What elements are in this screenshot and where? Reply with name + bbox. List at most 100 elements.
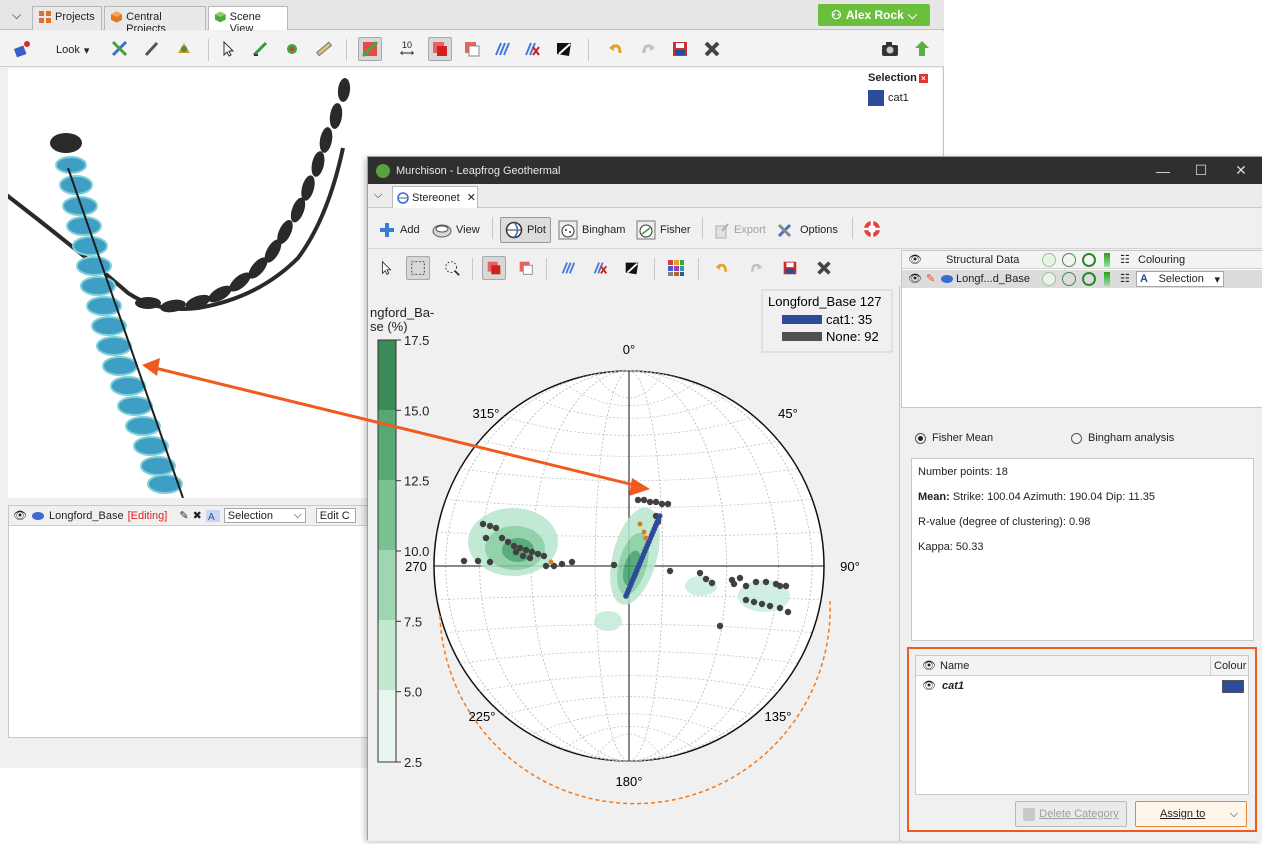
fisher-button[interactable]: Fisher xyxy=(632,217,695,243)
add-button[interactable]: Add xyxy=(374,217,424,243)
share-button[interactable] xyxy=(910,37,934,61)
colouring-select[interactable]: A Selection ▾ xyxy=(1136,271,1224,287)
select-tool-button[interactable] xyxy=(374,256,398,280)
colorbar-ticks: 17.5 15.0 12.5 10.0 7.5 5.0 2.5 xyxy=(396,333,429,770)
plot-poles-toggle[interactable] xyxy=(1042,272,1056,286)
legend-entry-none: None: 92 xyxy=(826,329,879,344)
polygon-select-button[interactable] xyxy=(358,37,382,61)
plot-density-toggle[interactable] xyxy=(1082,272,1096,286)
cancel-button[interactable] xyxy=(812,256,836,280)
filter-tool-button[interactable] xyxy=(556,256,580,280)
redo-button[interactable] xyxy=(636,37,660,61)
rectangle-select-button[interactable] xyxy=(406,256,430,280)
user-menu-button[interactable]: ⚇ Alex Rock ⌵ xyxy=(818,4,930,26)
move-plane-button[interactable] xyxy=(172,37,196,61)
look-dropdown[interactable]: Look ▾ xyxy=(52,37,93,63)
tab-stereonet[interactable]: Stereonet ✕ xyxy=(392,186,478,208)
view-button[interactable]: View xyxy=(428,217,484,243)
options-button[interactable]: Options xyxy=(772,217,842,243)
tab-projects[interactable]: Projects xyxy=(32,6,102,30)
radio-checked-icon xyxy=(915,432,926,444)
visibility-eye-icon[interactable]: 👁 xyxy=(908,272,922,285)
export-button[interactable]: Export xyxy=(710,217,770,243)
fisher-label: Fisher xyxy=(660,224,691,236)
label-south: 180° xyxy=(616,774,643,789)
screenshot-button[interactable] xyxy=(878,37,902,61)
fisher-mean-radio[interactable]: Fisher Mean xyxy=(915,432,993,444)
data-point-selected xyxy=(637,521,643,527)
invert-selection-button[interactable] xyxy=(552,37,576,61)
stereonet-plot-area[interactable]: ngford_Ba- se (%) 17.5 15.0 12.5 10.0 7.5 5.0… xyxy=(368,286,900,841)
filter-tool-button[interactable] xyxy=(490,37,514,61)
visibility-eye-icon[interactable]: 👁 xyxy=(13,509,27,522)
add-to-scene-button[interactable] xyxy=(10,37,34,61)
scale-button[interactable]: 10 ⟷ xyxy=(392,37,422,61)
tab-projects-label: Projects xyxy=(55,11,95,23)
undo-button[interactable] xyxy=(710,256,734,280)
undo-icon xyxy=(609,44,622,54)
colorbar-label-line2: se (%) xyxy=(370,319,408,334)
tab-scene-view[interactable]: Scene View xyxy=(208,6,288,35)
select-mode-button[interactable] xyxy=(428,37,452,61)
measure-tool-button[interactable] xyxy=(140,37,164,61)
cancel-button[interactable] xyxy=(700,37,724,61)
slicer-tool-button[interactable] xyxy=(108,37,132,61)
data-point xyxy=(736,574,744,582)
select-tool-button[interactable] xyxy=(216,37,240,61)
tab-list-chevron-icon[interactable]: ⌵ xyxy=(374,189,382,202)
user-icon: ⚇ xyxy=(831,8,842,22)
trash-icon xyxy=(1023,807,1036,821)
legend-swatch-none xyxy=(782,332,822,341)
color-palette-button[interactable] xyxy=(664,256,688,280)
undo-button[interactable] xyxy=(604,37,628,61)
delete-x-icon[interactable]: ✖ xyxy=(193,509,202,522)
edit-pen-icon[interactable]: ✎ xyxy=(179,509,188,522)
toolbar-separator xyxy=(492,217,493,239)
delete-category-button[interactable]: Delete Category xyxy=(1015,801,1127,827)
deselect-button[interactable] xyxy=(520,37,544,61)
close-legend-icon[interactable]: × xyxy=(918,73,928,83)
tab-central-projects[interactable]: Central Projects xyxy=(104,6,206,35)
assign-to-button[interactable]: Assign to ⌵ xyxy=(1135,801,1247,827)
help-button[interactable] xyxy=(860,217,884,241)
draw-points-button[interactable] xyxy=(280,37,304,61)
save-button[interactable] xyxy=(778,256,802,280)
visibility-eye-icon[interactable]: 👁 xyxy=(922,679,936,692)
contour-toggle[interactable] xyxy=(1104,272,1110,286)
plus-icon xyxy=(380,223,394,237)
category-colour-swatch[interactable] xyxy=(1222,680,1244,693)
colorbar-band xyxy=(378,690,396,762)
close-window-button[interactable]: ✕ xyxy=(1226,157,1256,184)
plot-planes-toggle[interactable] xyxy=(1062,272,1076,286)
edit-pen-icon[interactable]: ✎ xyxy=(926,272,935,285)
bingham-button[interactable]: Bingham xyxy=(554,217,629,243)
zoom-select-button[interactable] xyxy=(440,256,464,280)
bingham-analysis-radio[interactable]: Bingham analysis xyxy=(1071,432,1174,444)
plot-button[interactable]: Plot xyxy=(500,217,551,243)
selection-legend: Selection × cat1 xyxy=(868,72,938,106)
colouring-select[interactable]: Selection ⌵ xyxy=(223,508,306,523)
save-button[interactable] xyxy=(668,37,692,61)
ruler-button[interactable] xyxy=(312,37,336,61)
minimize-button[interactable]: — xyxy=(1148,157,1178,184)
deselect-button[interactable] xyxy=(588,256,612,280)
select-add-button[interactable] xyxy=(460,37,484,61)
edit-category-button[interactable]: Edit C xyxy=(315,508,356,523)
close-tab-icon[interactable]: ✕ xyxy=(467,191,476,204)
maximize-button[interactable]: ☐ xyxy=(1186,157,1216,184)
tab-list-chevron-icon[interactable]: ⌵ xyxy=(12,8,21,23)
window-title: Murchison - Leapfrog Geothermal xyxy=(396,164,561,177)
stereonet-plot[interactable]: ngford_Ba- se (%) 17.5 15.0 12.5 10.0 7.5 5.0… xyxy=(368,286,900,841)
structural-data-row[interactable]: 👁 ✎ Longf...d_Base ☷ A Selection ▾ xyxy=(902,270,1262,288)
contour-icon xyxy=(1104,253,1110,267)
number-points: Number points: 18 xyxy=(918,466,1008,478)
select-mode-button[interactable] xyxy=(482,256,506,280)
category-row[interactable]: 👁 cat1 xyxy=(916,678,1248,696)
draw-line-button[interactable] xyxy=(248,37,272,61)
redo-button[interactable] xyxy=(744,256,768,280)
invert-selection-button[interactable] xyxy=(620,256,644,280)
plot-density-icon xyxy=(1082,253,1096,267)
select-add-button[interactable] xyxy=(514,256,538,280)
table-icon[interactable]: ☷ xyxy=(1120,272,1130,285)
data-point xyxy=(696,569,704,577)
